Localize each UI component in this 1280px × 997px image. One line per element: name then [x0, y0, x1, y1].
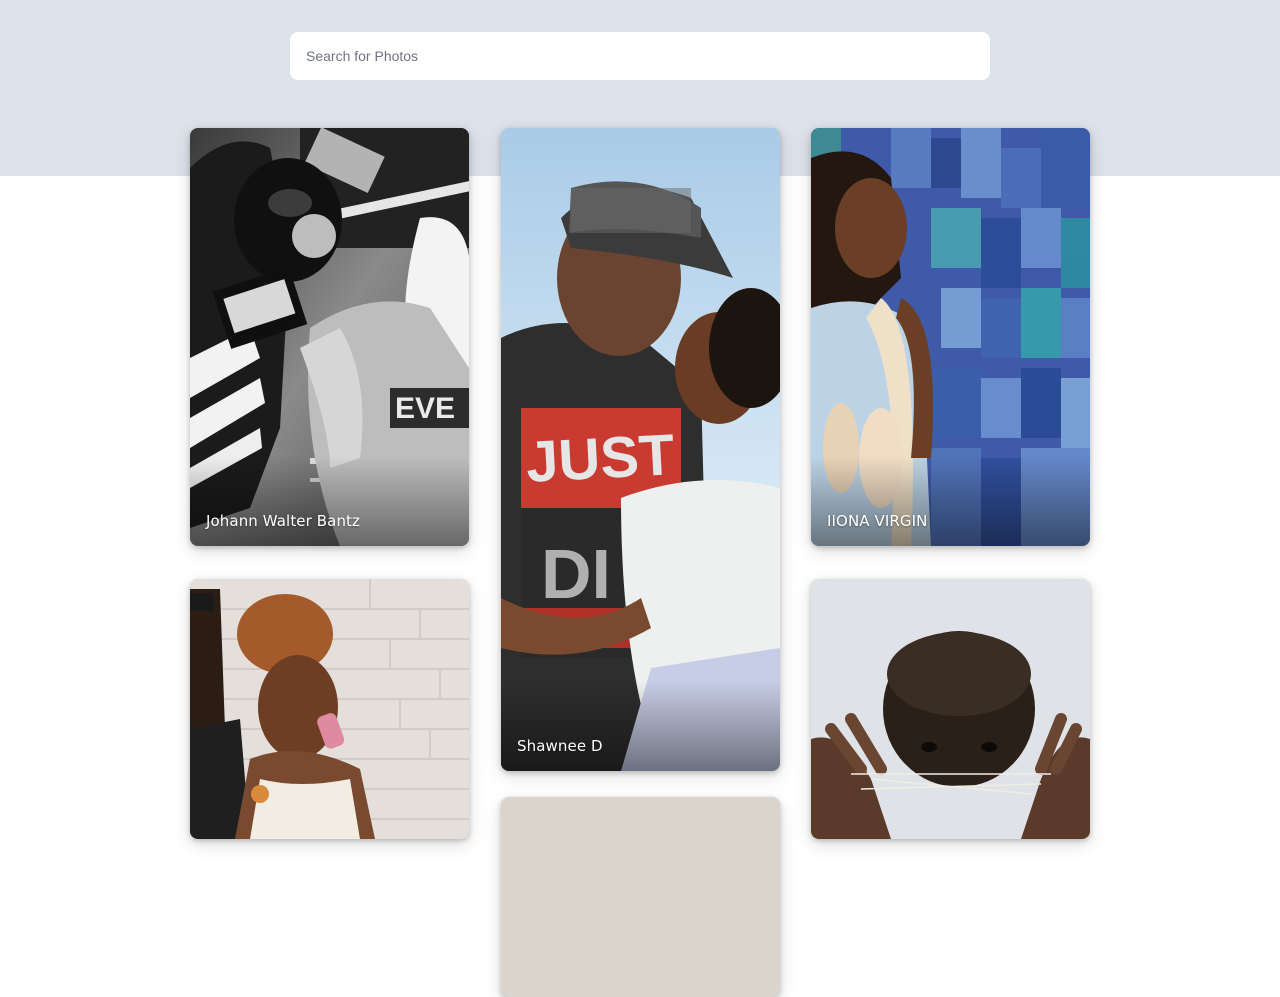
svg-text:DI: DI	[541, 535, 611, 613]
search-input[interactable]	[290, 32, 990, 80]
photo-card[interactable]: EVE Johann Walter Bantz	[190, 128, 469, 546]
caption-shade	[190, 456, 469, 546]
photo-card[interactable]	[501, 797, 780, 997]
photo-image	[501, 797, 780, 997]
photo-card[interactable]: IIONA VIRGIN	[811, 128, 1090, 546]
photo-card[interactable]	[190, 579, 469, 839]
photo-author: IIONA VIRGIN	[827, 512, 928, 530]
caption-shade	[811, 456, 1090, 546]
photo-image: JUST DI	[501, 128, 780, 771]
photo-author: Johann Walter Bantz	[206, 512, 361, 530]
photo-card[interactable]: JUST DI Shawnee D	[501, 128, 780, 771]
photo-card[interactable]	[811, 579, 1090, 839]
photo-image	[811, 579, 1090, 839]
svg-text:EVE: EVE	[395, 392, 455, 425]
photo-author: Shawnee D	[517, 737, 603, 755]
photo-image	[190, 579, 469, 839]
svg-text:JUST: JUST	[524, 422, 675, 495]
caption-shade	[501, 681, 780, 771]
